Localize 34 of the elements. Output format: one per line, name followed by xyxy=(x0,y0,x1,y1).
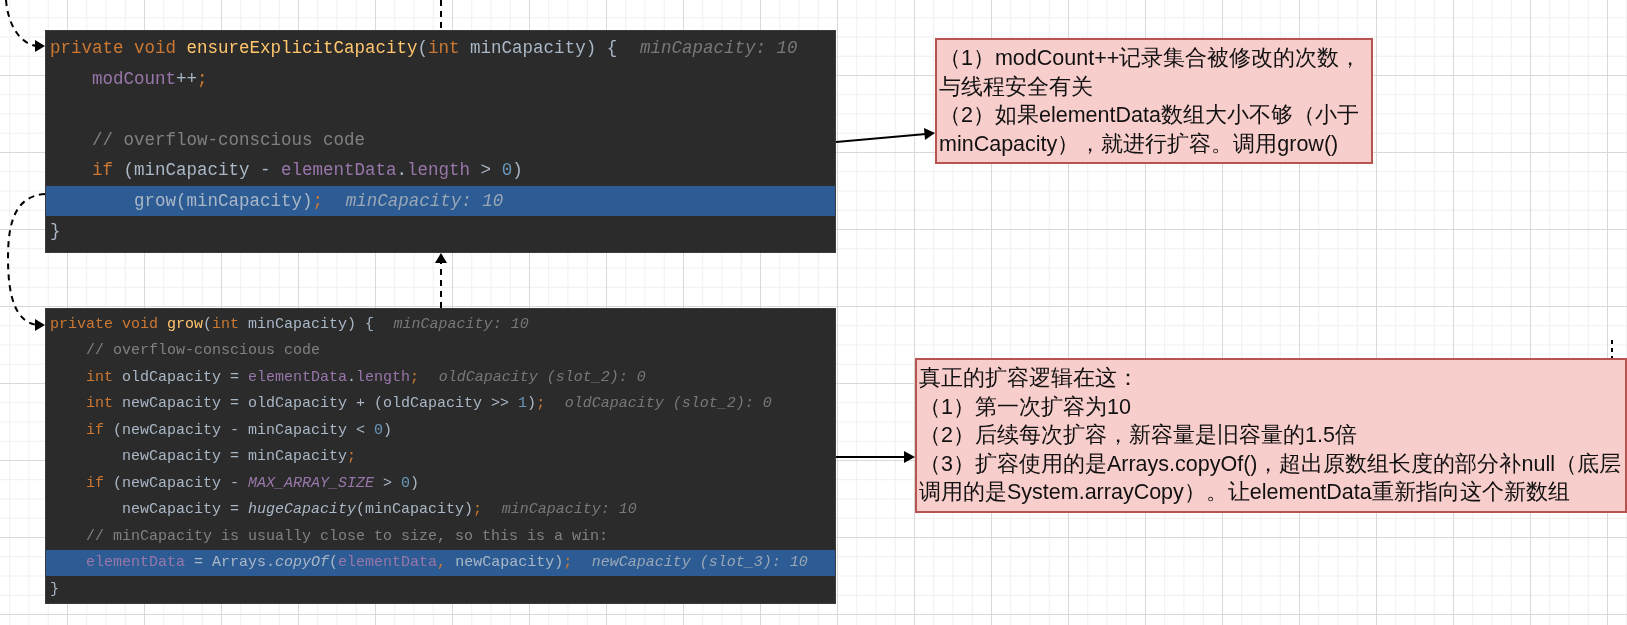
note-text: （2）后续每次扩容，新容量是旧容量的1.5倍 xyxy=(919,422,1358,450)
code-text: private void grow(int minCapacity) { xyxy=(50,315,375,333)
code-text: int oldCapacity = elementData.length; xyxy=(85,368,420,386)
inline-value-hint: minCapacity: 10 xyxy=(639,38,798,59)
inline-value-hint: minCapacity: 10 xyxy=(345,190,504,211)
dashed-line xyxy=(440,0,442,31)
code-text: } xyxy=(50,221,61,242)
code-text: newCapacity = minCapacity; xyxy=(121,448,357,466)
dashed-arrow xyxy=(5,0,45,52)
inline-value-hint: minCapacity: 10 xyxy=(393,315,529,333)
code-text: int newCapacity = oldCapacity + (oldCapacity >> 1); xyxy=(85,395,546,413)
note-text: 真正的扩容逻辑在这： xyxy=(919,365,1140,392)
inline-value-hint: oldCapacity (slot_2): 0 xyxy=(438,368,646,386)
dashed-line xyxy=(1611,339,1613,359)
code-text: elementData = Arrays.copyOf(elementData, newCapacity); xyxy=(85,554,573,572)
code-text: // overflow-conscious code xyxy=(91,129,366,150)
code-text: grow(minCapacity); xyxy=(133,190,324,211)
note-text: （2）如果elementData数组大小不够（小于minCapacity），就进行扩容。调用grow() xyxy=(939,102,1360,158)
inline-value-hint: newCapacity (slot_3): 10 xyxy=(591,554,808,572)
code-text: if (newCapacity - minCapacity < 0) xyxy=(85,421,393,439)
code-text: // overflow-conscious code xyxy=(85,342,321,360)
dashed-arrow xyxy=(435,253,447,309)
code-text: } xyxy=(50,580,59,598)
note-text: （3）扩容使用的是Arrays.copyOf()，超出原数组长度的部分补null（底层调用的是System.arrayCopy）。让elementData重新指向这个新数组 xyxy=(919,450,1622,507)
code-text: private void ensureExplicitCapacity(int minCapacity) { xyxy=(50,38,618,59)
note-text: （1）modCount++记录集合被修改的次数，与线程安全有关 xyxy=(939,45,1363,101)
note-text: （1）第一次扩容为10 xyxy=(919,393,1132,421)
code-text: if (newCapacity - MAX_ARRAY_SIZE > 0) xyxy=(85,474,420,492)
code-text: // minCapacity is usually close to size, so this is a win: xyxy=(85,527,609,545)
inline-value-hint: oldCapacity (slot_2): 0 xyxy=(564,395,772,413)
inline-value-hint: minCapacity: 10 xyxy=(501,501,637,519)
code-text: modCount++; xyxy=(91,68,208,89)
code-text: newCapacity = hugeCapacity(minCapacity); xyxy=(121,501,483,519)
code-text: if (minCapacity - elementData.length > 0) xyxy=(91,160,523,181)
